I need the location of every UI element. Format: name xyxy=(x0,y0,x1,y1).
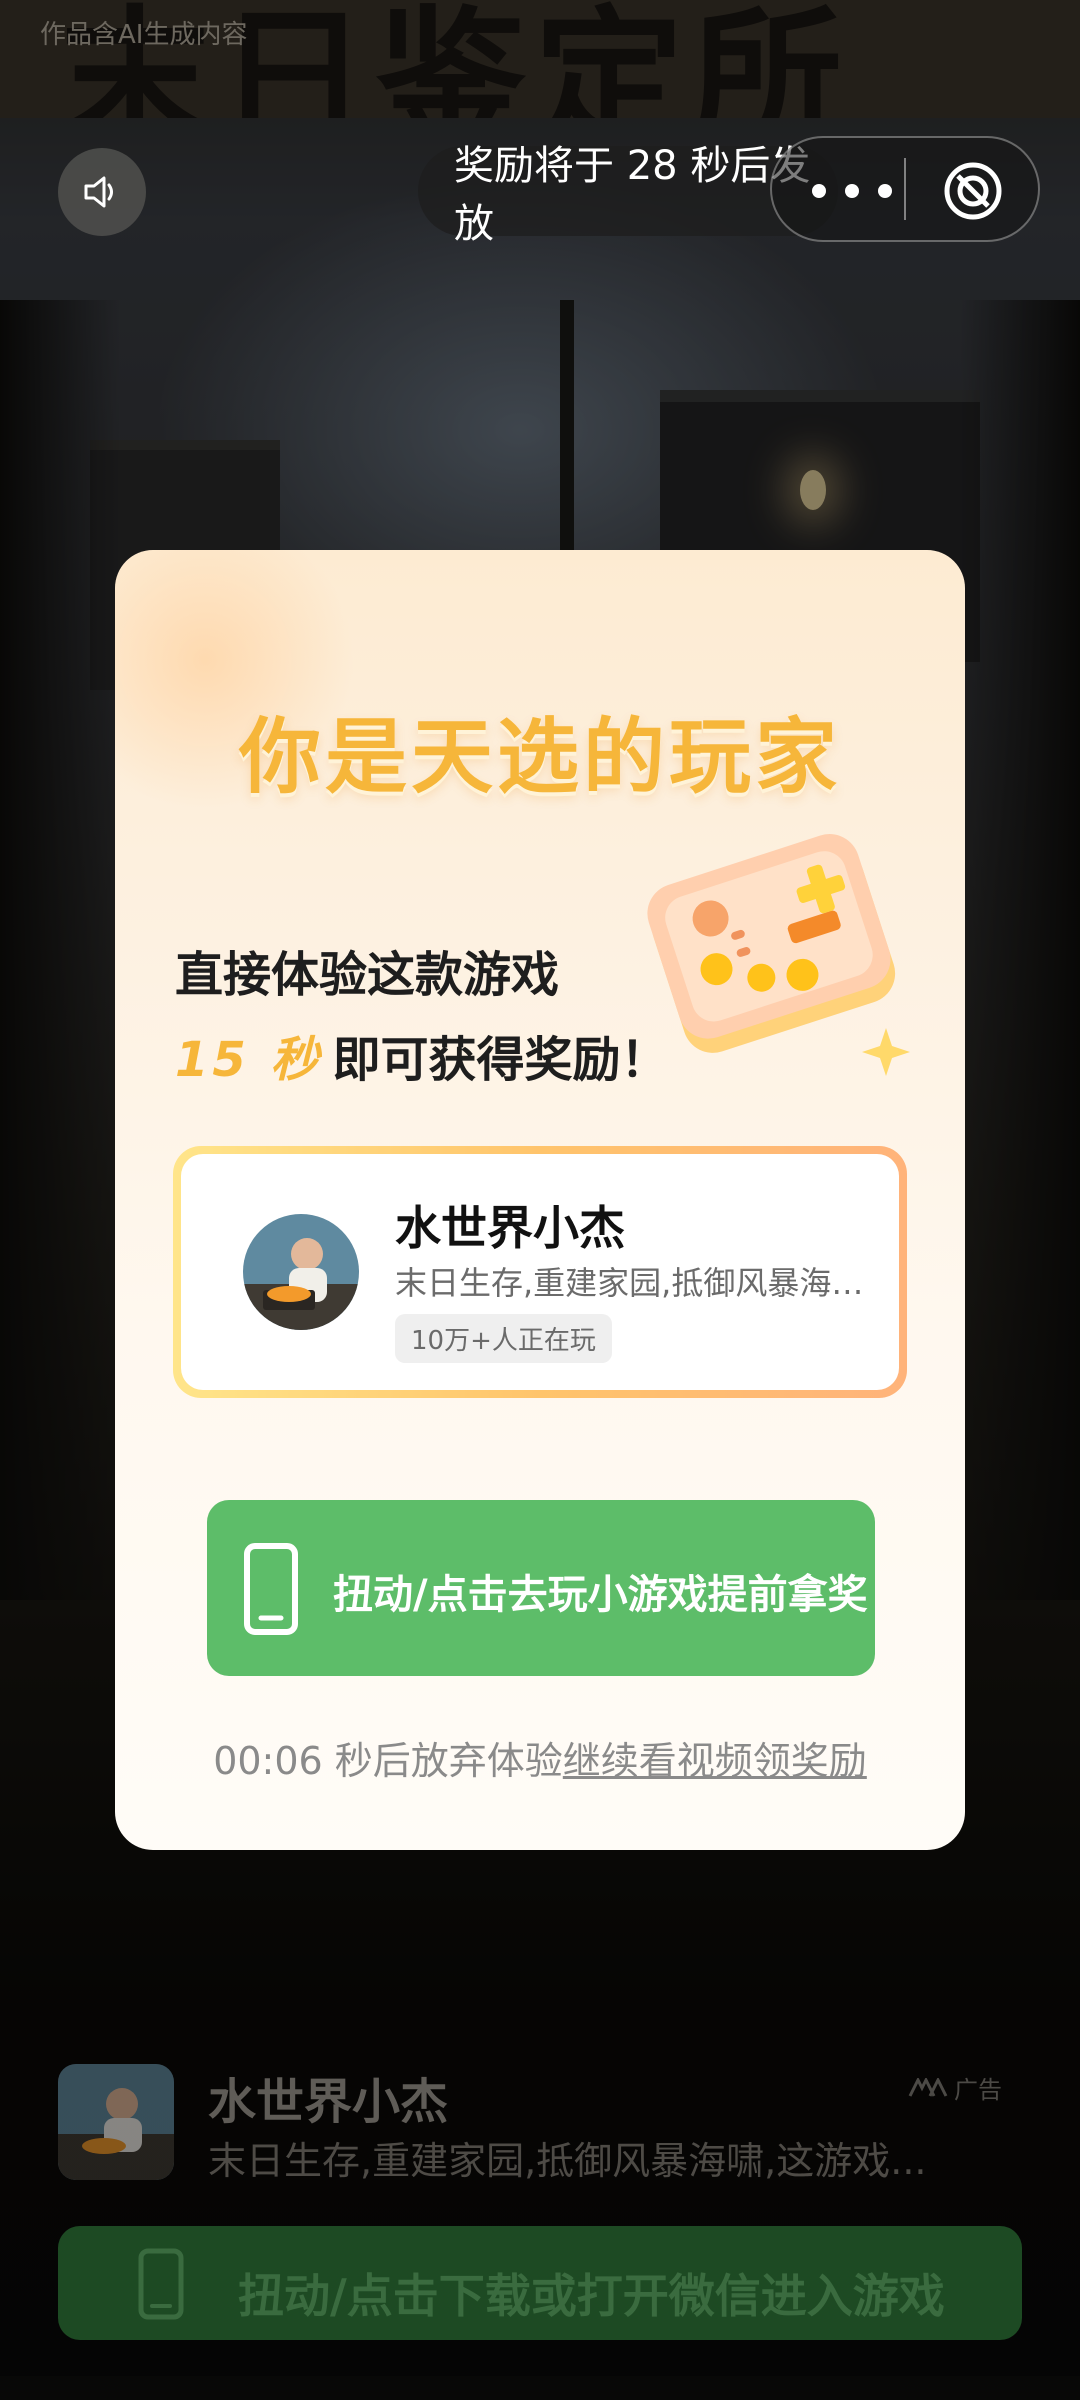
countdown-label: 秒后放弃体验 xyxy=(322,1739,563,1783)
ad-tag-label: 广告 xyxy=(954,2076,1002,2104)
game-card[interactable]: 水世界小杰 末日生存,重建家园,抵御风暴海啸,这游戏... 10万+人正在玩 xyxy=(173,1146,907,1398)
more-button[interactable] xyxy=(802,176,902,206)
video-title-sign: 末日鉴定所 作品含AI生成内容 xyxy=(0,0,1080,118)
play-game-button[interactable]: 扭动/点击去玩小游戏提前拿奖 xyxy=(207,1500,875,1676)
game-description: 末日生存,重建家园,抵御风暴海啸,这游戏... xyxy=(395,1264,865,1302)
phone-icon xyxy=(138,2248,184,2320)
close-circle-icon[interactable] xyxy=(942,160,1004,222)
phone-icon xyxy=(244,1543,298,1635)
continue-watching-link[interactable]: 继续看视频领奖励 xyxy=(563,1739,867,1783)
game-card-body: 水世界小杰 末日生存,重建家园,抵御风暴海啸,这游戏... 10万+人正在玩 xyxy=(181,1154,899,1390)
countdown-text: 00:06 秒后放弃体验继续看视频领奖励 xyxy=(115,1730,965,1785)
more-dots-icon xyxy=(844,184,859,198)
experience-reward-text: 15 秒即可获得奖励！ xyxy=(175,1020,669,1090)
players-badge: 10万+人正在玩 xyxy=(395,1314,612,1363)
reward-modal: 你是天选的玩家 直接体验这款游戏 15 秒即可获得奖励！ 水世界小杰 末日生存,… xyxy=(115,550,965,1850)
modal-title: 你是天选的玩家 xyxy=(238,710,841,805)
countdown-time: 00:06 xyxy=(213,1739,323,1783)
speaker-icon xyxy=(84,176,113,208)
ad-tag: 广告 xyxy=(908,2070,1002,2105)
ai-content-label: 作品含AI生成内容 xyxy=(40,20,248,50)
ad-control-pill xyxy=(770,136,1040,242)
ad-app-description: 末日生存,重建家园,抵御风暴海啸,这游戏... xyxy=(208,2139,927,2183)
experience-seconds: 15 秒 xyxy=(175,1032,323,1088)
experience-reward-label: 即可获得奖励！ xyxy=(332,1032,669,1088)
play-game-label: 扭动/点击去玩小游戏提前拿奖 xyxy=(333,1572,868,1618)
game-avatar xyxy=(243,1214,359,1330)
divider xyxy=(904,158,906,220)
sound-toggle-button[interactable] xyxy=(58,148,146,236)
download-game-button[interactable]: 扭动/点击下载或打开微信进入游戏 xyxy=(58,2226,1022,2340)
experience-text: 直接体验这款游戏 xyxy=(175,947,560,1003)
ad-app-name[interactable]: 水世界小杰 xyxy=(208,2062,448,2132)
more-dots-icon xyxy=(811,184,826,198)
game-name: 水世界小杰 xyxy=(395,1201,625,1255)
download-game-label: 扭动/点击下载或打开微信进入游戏 xyxy=(238,2269,945,2323)
system-bottom-bar xyxy=(0,2376,1080,2400)
ad-app-icon[interactable] xyxy=(58,2064,174,2180)
gamepad-illustration-icon xyxy=(647,834,910,1076)
more-dots-icon xyxy=(878,184,893,198)
ad-network-logo-icon xyxy=(908,2077,948,2097)
